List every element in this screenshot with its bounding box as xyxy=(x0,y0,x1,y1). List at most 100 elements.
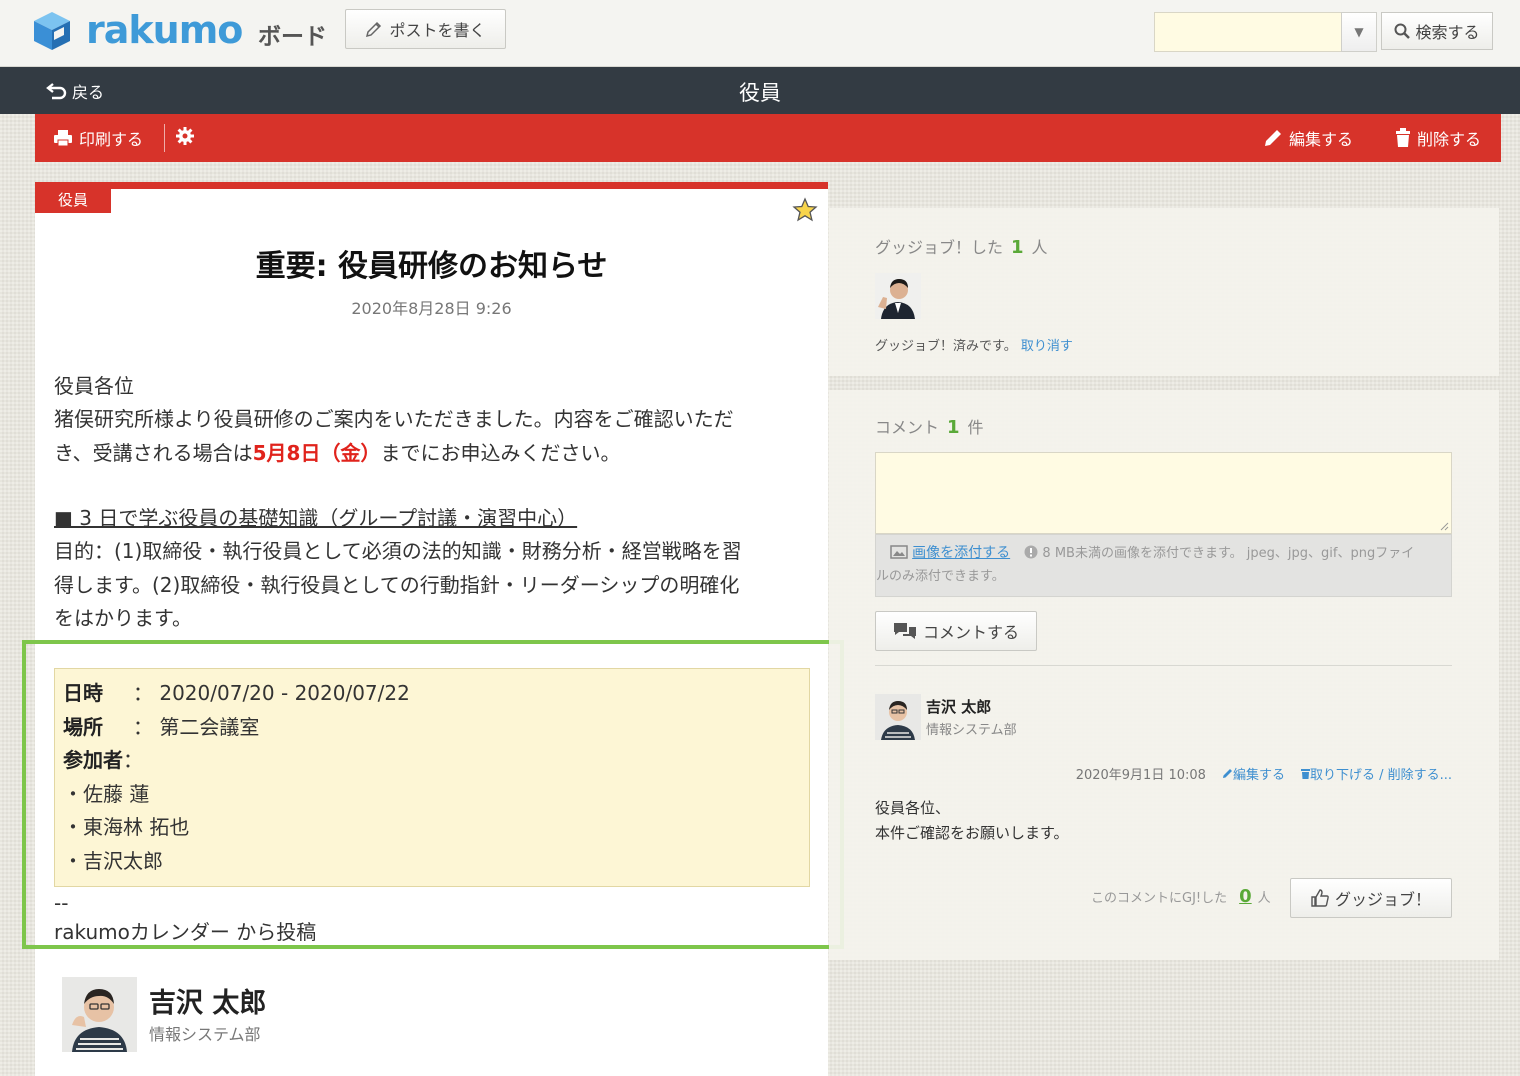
comment-meta: 2020年9月1日 10:08 編集する 取り下げる / 削除する... xyxy=(1076,764,1452,783)
author-name[interactable]: 吉沢 太郎 xyxy=(149,981,266,1020)
write-post-button[interactable]: ポストを書く xyxy=(345,9,506,49)
goodjob-summary: グッジョブ！した 1 人 xyxy=(875,234,1048,258)
post-title: 重要: 役員研修のお知らせ xyxy=(255,249,608,284)
participant-item: ・佐藤 蓮 xyxy=(63,781,150,806)
gear-icon xyxy=(176,127,194,145)
comment-count: 1 xyxy=(947,417,960,438)
edit-label: 編集する xyxy=(1289,130,1354,149)
participant-item: ・東海林 拓也 xyxy=(63,815,190,840)
favorite-star-icon[interactable] xyxy=(792,197,818,223)
goodjob-user-avatar[interactable] xyxy=(875,273,921,319)
comment-edit-label: 編集する xyxy=(1232,768,1285,783)
attach-note-line-1: 8 MB未満の画像を添付できます。 jpeg、jpg、gif、pngファイ xyxy=(1042,546,1415,561)
post-footer: rakumoカレンダー から投稿 xyxy=(54,920,317,944)
search-button[interactable]: 検索する xyxy=(1381,12,1493,50)
comment-author-name[interactable]: 吉沢 太郎 xyxy=(926,696,991,717)
participant-item: ・吉沢太郎 xyxy=(63,848,163,873)
pencil-icon xyxy=(1265,130,1281,146)
toolbar-divider xyxy=(164,124,165,152)
info-place-row: 場所 ： 第二会議室 xyxy=(63,711,801,745)
attach-image-link[interactable]: 画像を添付する xyxy=(912,545,1010,561)
comment-date: 2020年9月1日 10:08 xyxy=(1075,768,1206,783)
info-date-value: 2020/07/20 - 2020/07/22 xyxy=(159,681,410,705)
deadline-text: 5月8日（金） xyxy=(252,441,381,465)
settings-button[interactable] xyxy=(175,126,195,146)
info-date-row: 日時 ： 2020/07/20 - 2020/07/22 xyxy=(63,677,801,711)
goodjob-unit: 人 xyxy=(1031,238,1048,257)
post-toolbar: 印刷する 編集する 削除する xyxy=(35,114,1501,162)
resize-handle-icon[interactable] xyxy=(1439,521,1449,531)
info-place-value: 第二会議室 xyxy=(159,714,260,739)
purpose-line-3: をはかります。 xyxy=(54,606,192,630)
comment-summary: コメント 1 件 xyxy=(875,414,984,438)
comment-label: コメント xyxy=(875,418,940,437)
rakumo-logo-icon[interactable] xyxy=(34,12,70,50)
comment-goodjob-button[interactable]: グッジョブ！ xyxy=(1290,878,1452,918)
comment-line: 役員各位、 xyxy=(875,799,951,817)
goodjob-count[interactable]: 1 xyxy=(1011,237,1024,258)
speech-bubbles-icon xyxy=(893,623,916,639)
intro-text: き、受講される場合は xyxy=(54,441,253,465)
post-greeting: 役員各位 xyxy=(54,374,134,398)
info-colon: ： xyxy=(133,681,153,705)
post-intro-line-1: 猪俣研究所様より役員研修のご案内をいただきました。内容をご確認いただ xyxy=(54,407,734,431)
purpose-line-1: 目的：(1)取締役・執行役員として必須の法的知識・財務分析・経営戦略を習 xyxy=(54,539,742,563)
comment-edit-link[interactable]: 編集する xyxy=(1222,764,1285,783)
goodjob-label: グッジョブ！した xyxy=(875,238,1004,257)
comment-author-dept: 情報システム部 xyxy=(926,723,1017,738)
info-colon: ： xyxy=(133,714,153,739)
logo-text[interactable]: rakumo xyxy=(86,8,243,52)
comment-delete-label: 取り下げる / 削除する... xyxy=(1309,768,1452,783)
info-date-label: 日時 xyxy=(63,681,103,705)
info-colon: ： xyxy=(123,748,143,773)
comment-body: 役員各位、 本件ご確認をお願いします。 xyxy=(875,796,1069,846)
print-label: 印刷する xyxy=(79,130,144,149)
comment-gj-count[interactable]: 0 xyxy=(1239,886,1252,907)
category-tag[interactable]: 役員 xyxy=(35,189,111,213)
comment-panel: コメント 1 件 画像を添付する 8 MB未満の画像を添付できます。 jpeg、… xyxy=(829,390,1499,960)
comment-gj-summary: このコメントにGJ!した 0 人 xyxy=(1091,886,1271,907)
search-dropdown-button[interactable]: ▼ xyxy=(1341,12,1377,52)
attach-bar: 画像を添付する 8 MB未満の画像を添付できます。 jpeg、jpg、gif、p… xyxy=(875,534,1452,597)
print-button[interactable]: 印刷する xyxy=(53,126,143,150)
comment-gj-label: このコメントにGJ!した xyxy=(1091,891,1228,906)
page-title: 役員 xyxy=(739,81,781,105)
printer-icon xyxy=(54,130,72,147)
attach-note-line-2: ルのみ添付できます。 xyxy=(876,569,1005,584)
comment-delete-link[interactable]: 取り下げる / 削除する... xyxy=(1300,764,1452,783)
delete-label: 削除する xyxy=(1417,130,1482,149)
submit-comment-label: コメントする xyxy=(922,623,1019,642)
nav-bar: 戻る 役員 xyxy=(0,67,1520,114)
author-avatar[interactable] xyxy=(62,977,137,1052)
goodjob-cancel-link[interactable]: 取り消す xyxy=(1021,339,1073,354)
info-icon xyxy=(1024,545,1038,559)
logo-subtitle: ボード xyxy=(258,24,327,50)
comment-author-avatar[interactable] xyxy=(875,694,921,740)
thumbs-up-icon xyxy=(1311,889,1329,907)
comment-textarea[interactable] xyxy=(875,452,1452,534)
trash-icon xyxy=(1300,769,1310,779)
image-icon xyxy=(890,545,908,559)
purpose-line-2: 得します。(2)取締役・執行役員としての行動指針・リーダーシップの明確化 xyxy=(54,573,740,597)
trash-icon xyxy=(1396,128,1410,147)
submit-comment-button[interactable]: コメントする xyxy=(875,611,1037,651)
edit-button[interactable]: 編集する xyxy=(1263,126,1353,150)
event-info-box: 日時 ： 2020/07/20 - 2020/07/22 場所 ： 第二会議室 参加… xyxy=(54,668,810,887)
goodjob-status-row: グッジョブ！済みです。 取り消す xyxy=(875,335,1073,354)
attach-row: 画像を添付する 8 MB未満の画像を添付できます。 jpeg、jpg、gif、p… xyxy=(890,542,1437,565)
goodjob-panel: グッジョブ！した 1 人 グッジョブ！済みです。 取り消す xyxy=(829,208,1499,376)
post-intro-line-2: き、受講される場合は5月8日（金）までにお申込みください。 xyxy=(54,437,814,470)
goodjob-status: グッジョブ！済みです。 xyxy=(875,339,1017,354)
pencil-icon xyxy=(1222,769,1232,778)
comment-line: 本件ご確認をお願いします。 xyxy=(875,824,1069,842)
search-input[interactable] xyxy=(1154,12,1342,52)
caret-down-icon: ▼ xyxy=(1354,25,1364,39)
post-date: 2020年8月28日 9:26 xyxy=(351,299,512,318)
comment-divider xyxy=(875,665,1452,666)
top-bar: rakumo ボード ポストを書く ▼ 検索する xyxy=(0,0,1520,67)
write-post-label: ポストを書く xyxy=(389,21,486,40)
comment-unit: 件 xyxy=(967,418,984,437)
delete-button[interactable]: 削除する xyxy=(1395,126,1481,150)
search-button-label: 検索する xyxy=(1415,23,1480,42)
comment-goodjob-label: グッジョブ！ xyxy=(1334,890,1431,909)
